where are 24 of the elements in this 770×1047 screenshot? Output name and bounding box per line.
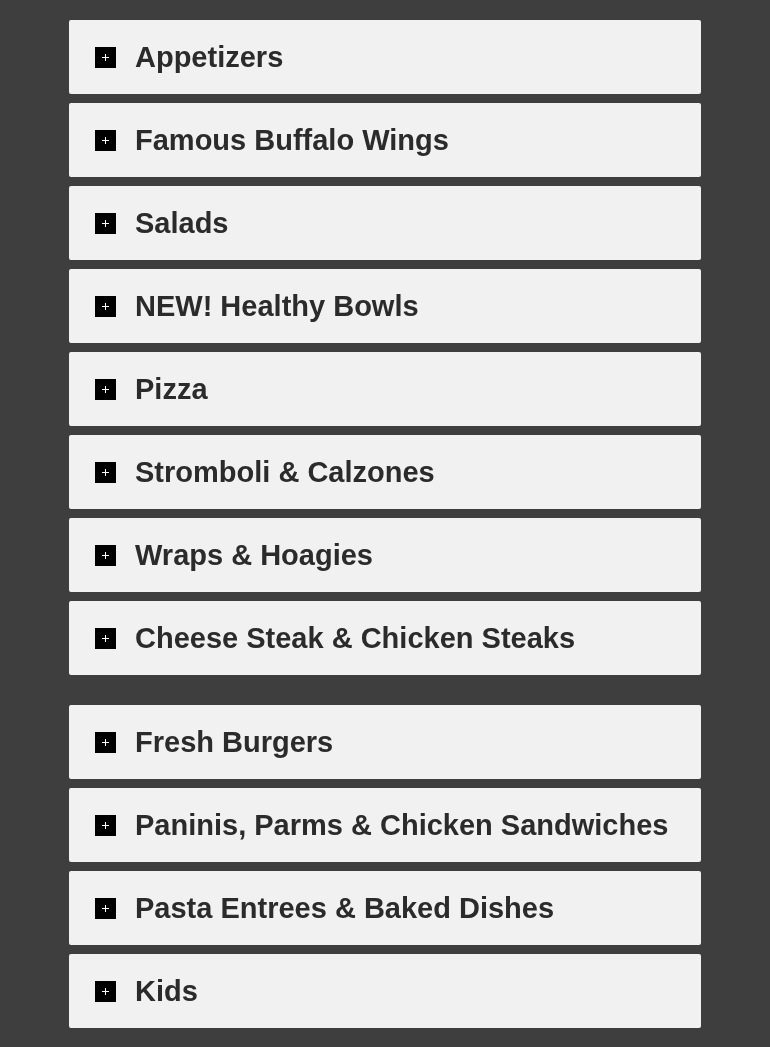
plus-icon [95, 378, 116, 400]
plus-icon [95, 46, 116, 68]
plus-icon [95, 627, 116, 649]
accordion-header[interactable]: Stromboli & Calzones [69, 435, 701, 509]
accordion-header[interactable]: NEW! Healthy Bowls [69, 269, 701, 343]
accordion-header[interactable]: Paninis, Parms & Chicken Sandwiches [69, 788, 701, 862]
plus-icon [95, 980, 116, 1002]
accordion-header[interactable]: Kids [69, 954, 701, 1028]
plus-icon [95, 814, 116, 836]
plus-icon [95, 295, 116, 317]
accordion-header[interactable]: Famous Buffalo Wings [69, 103, 701, 177]
plus-icon [95, 212, 116, 234]
accordion-header[interactable]: Pizza [69, 352, 701, 426]
accordion-header[interactable]: Wraps & Hoagies [69, 518, 701, 592]
plus-icon [95, 461, 116, 483]
plus-icon [95, 544, 116, 566]
accordion-header[interactable]: Pasta Entrees & Baked Dishes [69, 871, 701, 945]
plus-icon [95, 897, 116, 919]
accordion-header[interactable]: Appetizers [69, 20, 701, 94]
accordion-header[interactable]: Salads [69, 186, 701, 260]
accordion-header[interactable]: Fresh Burgers [69, 705, 701, 779]
plus-icon [95, 129, 116, 151]
accordion-header[interactable]: Cheese Steak & Chicken Steaks [69, 601, 701, 675]
plus-icon [95, 731, 116, 753]
